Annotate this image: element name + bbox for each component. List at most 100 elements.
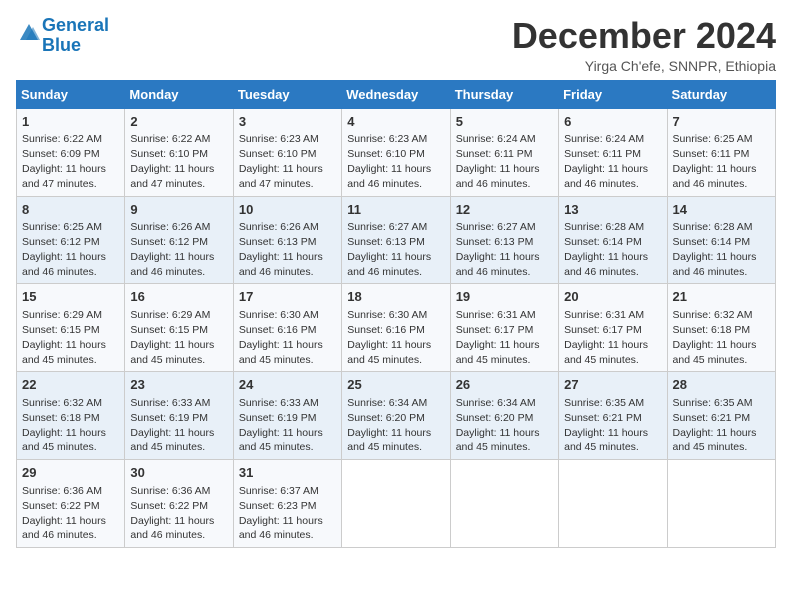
calendar-cell: 2 Sunrise: 6:22 AMSunset: 6:10 PMDayligh… xyxy=(125,108,233,196)
cell-content: Sunrise: 6:22 AMSunset: 6:09 PMDaylight:… xyxy=(22,133,106,190)
logo: General Blue xyxy=(16,16,109,56)
calendar-cell: 25 Sunrise: 6:34 AMSunset: 6:20 PMDaylig… xyxy=(342,372,450,460)
calendar-cell xyxy=(450,460,558,548)
calendar-cell: 27 Sunrise: 6:35 AMSunset: 6:21 PMDaylig… xyxy=(559,372,667,460)
calendar-cell: 26 Sunrise: 6:34 AMSunset: 6:20 PMDaylig… xyxy=(450,372,558,460)
cell-content: Sunrise: 6:34 AMSunset: 6:20 PMDaylight:… xyxy=(347,397,431,454)
cell-content: Sunrise: 6:34 AMSunset: 6:20 PMDaylight:… xyxy=(456,397,540,454)
day-of-week-row: SundayMondayTuesdayWednesdayThursdayFrid… xyxy=(17,80,776,108)
calendar-table: SundayMondayTuesdayWednesdayThursdayFrid… xyxy=(16,80,776,549)
day-number: 1 xyxy=(22,113,119,131)
calendar-cell: 8 Sunrise: 6:25 AMSunset: 6:12 PMDayligh… xyxy=(17,196,125,284)
day-number: 27 xyxy=(564,376,661,394)
calendar-cell: 1 Sunrise: 6:22 AMSunset: 6:09 PMDayligh… xyxy=(17,108,125,196)
calendar-cell: 14 Sunrise: 6:28 AMSunset: 6:14 PMDaylig… xyxy=(667,196,775,284)
calendar-cell: 30 Sunrise: 6:36 AMSunset: 6:22 PMDaylig… xyxy=(125,460,233,548)
cell-content: Sunrise: 6:31 AMSunset: 6:17 PMDaylight:… xyxy=(456,309,540,366)
calendar-cell: 20 Sunrise: 6:31 AMSunset: 6:17 PMDaylig… xyxy=(559,284,667,372)
cell-content: Sunrise: 6:27 AMSunset: 6:13 PMDaylight:… xyxy=(456,221,540,278)
day-number: 7 xyxy=(673,113,770,131)
logo-text: General Blue xyxy=(42,16,109,56)
cell-content: Sunrise: 6:32 AMSunset: 6:18 PMDaylight:… xyxy=(673,309,757,366)
month-title: December 2024 xyxy=(512,16,776,56)
cell-content: Sunrise: 6:22 AMSunset: 6:10 PMDaylight:… xyxy=(130,133,214,190)
dow-header-friday: Friday xyxy=(559,80,667,108)
day-number: 20 xyxy=(564,288,661,306)
cell-content: Sunrise: 6:29 AMSunset: 6:15 PMDaylight:… xyxy=(130,309,214,366)
calendar-cell: 4 Sunrise: 6:23 AMSunset: 6:10 PMDayligh… xyxy=(342,108,450,196)
cell-content: Sunrise: 6:35 AMSunset: 6:21 PMDaylight:… xyxy=(673,397,757,454)
cell-content: Sunrise: 6:30 AMSunset: 6:16 PMDaylight:… xyxy=(239,309,323,366)
calendar-body: 1 Sunrise: 6:22 AMSunset: 6:09 PMDayligh… xyxy=(17,108,776,548)
day-number: 18 xyxy=(347,288,444,306)
day-number: 14 xyxy=(673,201,770,219)
day-number: 23 xyxy=(130,376,227,394)
cell-content: Sunrise: 6:30 AMSunset: 6:16 PMDaylight:… xyxy=(347,309,431,366)
calendar-cell: 22 Sunrise: 6:32 AMSunset: 6:18 PMDaylig… xyxy=(17,372,125,460)
day-number: 25 xyxy=(347,376,444,394)
calendar-cell: 31 Sunrise: 6:37 AMSunset: 6:23 PMDaylig… xyxy=(233,460,341,548)
day-number: 13 xyxy=(564,201,661,219)
dow-header-tuesday: Tuesday xyxy=(233,80,341,108)
calendar-cell: 5 Sunrise: 6:24 AMSunset: 6:11 PMDayligh… xyxy=(450,108,558,196)
dow-header-saturday: Saturday xyxy=(667,80,775,108)
title-section: December 2024 Yirga Ch'efe, SNNPR, Ethio… xyxy=(512,16,776,74)
calendar-cell: 9 Sunrise: 6:26 AMSunset: 6:12 PMDayligh… xyxy=(125,196,233,284)
calendar-cell: 7 Sunrise: 6:25 AMSunset: 6:11 PMDayligh… xyxy=(667,108,775,196)
calendar-week-3: 15 Sunrise: 6:29 AMSunset: 6:15 PMDaylig… xyxy=(17,284,776,372)
calendar-cell: 17 Sunrise: 6:30 AMSunset: 6:16 PMDaylig… xyxy=(233,284,341,372)
day-number: 11 xyxy=(347,201,444,219)
calendar-cell xyxy=(342,460,450,548)
calendar-cell xyxy=(667,460,775,548)
dow-header-thursday: Thursday xyxy=(450,80,558,108)
day-number: 24 xyxy=(239,376,336,394)
calendar-week-5: 29 Sunrise: 6:36 AMSunset: 6:22 PMDaylig… xyxy=(17,460,776,548)
day-number: 4 xyxy=(347,113,444,131)
day-number: 16 xyxy=(130,288,227,306)
day-number: 12 xyxy=(456,201,553,219)
calendar-cell: 11 Sunrise: 6:27 AMSunset: 6:13 PMDaylig… xyxy=(342,196,450,284)
day-number: 28 xyxy=(673,376,770,394)
calendar-cell: 18 Sunrise: 6:30 AMSunset: 6:16 PMDaylig… xyxy=(342,284,450,372)
calendar-week-1: 1 Sunrise: 6:22 AMSunset: 6:09 PMDayligh… xyxy=(17,108,776,196)
dow-header-wednesday: Wednesday xyxy=(342,80,450,108)
cell-content: Sunrise: 6:36 AMSunset: 6:22 PMDaylight:… xyxy=(22,485,106,542)
cell-content: Sunrise: 6:23 AMSunset: 6:10 PMDaylight:… xyxy=(347,133,431,190)
calendar-cell xyxy=(559,460,667,548)
cell-content: Sunrise: 6:33 AMSunset: 6:19 PMDaylight:… xyxy=(130,397,214,454)
cell-content: Sunrise: 6:27 AMSunset: 6:13 PMDaylight:… xyxy=(347,221,431,278)
calendar-cell: 6 Sunrise: 6:24 AMSunset: 6:11 PMDayligh… xyxy=(559,108,667,196)
day-number: 6 xyxy=(564,113,661,131)
day-number: 5 xyxy=(456,113,553,131)
calendar-cell: 10 Sunrise: 6:26 AMSunset: 6:13 PMDaylig… xyxy=(233,196,341,284)
day-number: 31 xyxy=(239,464,336,482)
cell-content: Sunrise: 6:28 AMSunset: 6:14 PMDaylight:… xyxy=(564,221,648,278)
day-number: 29 xyxy=(22,464,119,482)
cell-content: Sunrise: 6:26 AMSunset: 6:12 PMDaylight:… xyxy=(130,221,214,278)
cell-content: Sunrise: 6:25 AMSunset: 6:12 PMDaylight:… xyxy=(22,221,106,278)
cell-content: Sunrise: 6:32 AMSunset: 6:18 PMDaylight:… xyxy=(22,397,106,454)
cell-content: Sunrise: 6:24 AMSunset: 6:11 PMDaylight:… xyxy=(564,133,648,190)
calendar-cell: 3 Sunrise: 6:23 AMSunset: 6:10 PMDayligh… xyxy=(233,108,341,196)
calendar-week-4: 22 Sunrise: 6:32 AMSunset: 6:18 PMDaylig… xyxy=(17,372,776,460)
logo-icon xyxy=(18,22,40,44)
day-number: 8 xyxy=(22,201,119,219)
calendar-cell: 16 Sunrise: 6:29 AMSunset: 6:15 PMDaylig… xyxy=(125,284,233,372)
cell-content: Sunrise: 6:31 AMSunset: 6:17 PMDaylight:… xyxy=(564,309,648,366)
cell-content: Sunrise: 6:35 AMSunset: 6:21 PMDaylight:… xyxy=(564,397,648,454)
cell-content: Sunrise: 6:23 AMSunset: 6:10 PMDaylight:… xyxy=(239,133,323,190)
calendar-cell: 12 Sunrise: 6:27 AMSunset: 6:13 PMDaylig… xyxy=(450,196,558,284)
calendar-cell: 24 Sunrise: 6:33 AMSunset: 6:19 PMDaylig… xyxy=(233,372,341,460)
cell-content: Sunrise: 6:26 AMSunset: 6:13 PMDaylight:… xyxy=(239,221,323,278)
day-number: 9 xyxy=(130,201,227,219)
day-number: 21 xyxy=(673,288,770,306)
dow-header-monday: Monday xyxy=(125,80,233,108)
day-number: 15 xyxy=(22,288,119,306)
calendar-cell: 29 Sunrise: 6:36 AMSunset: 6:22 PMDaylig… xyxy=(17,460,125,548)
page-header: General Blue December 2024 Yirga Ch'efe,… xyxy=(16,16,776,74)
day-number: 17 xyxy=(239,288,336,306)
calendar-cell: 28 Sunrise: 6:35 AMSunset: 6:21 PMDaylig… xyxy=(667,372,775,460)
day-number: 3 xyxy=(239,113,336,131)
calendar-cell: 15 Sunrise: 6:29 AMSunset: 6:15 PMDaylig… xyxy=(17,284,125,372)
cell-content: Sunrise: 6:25 AMSunset: 6:11 PMDaylight:… xyxy=(673,133,757,190)
